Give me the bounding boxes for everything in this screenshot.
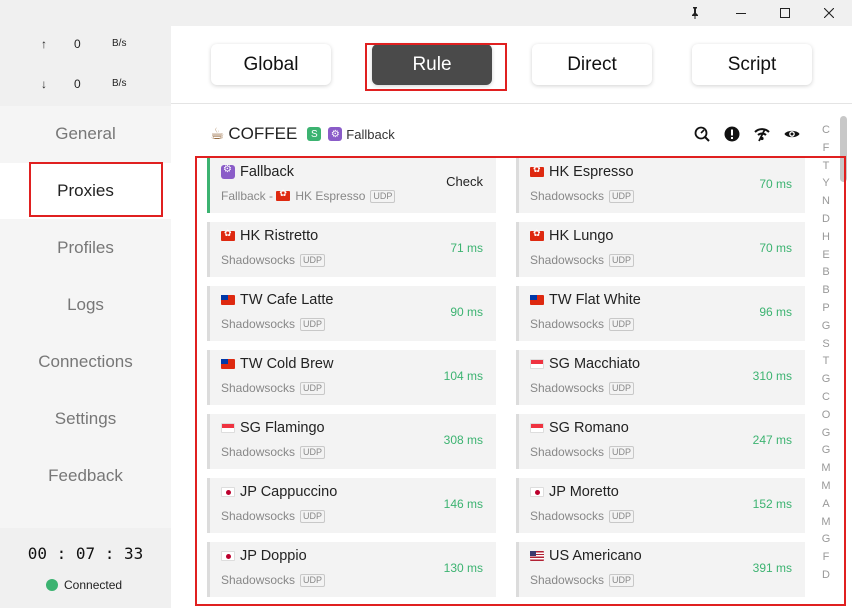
sidebar-item-profiles[interactable]: Profiles: [0, 220, 171, 276]
download-speed: ↓ 0 B/s: [0, 72, 171, 98]
title-bar: [0, 0, 852, 26]
alphabet-index-letter[interactable]: O: [821, 409, 831, 421]
alphabet-index-letter[interactable]: C: [821, 124, 831, 136]
mode-global-button[interactable]: Global: [211, 44, 331, 85]
alphabet-index-letter[interactable]: M: [821, 516, 831, 528]
sidebar-item-general[interactable]: General: [0, 106, 171, 162]
group-name: COFFEE: [228, 124, 298, 143]
upload-speed: ↑ 0 B/s: [0, 32, 171, 58]
alphabet-index-letter[interactable]: F: [821, 551, 831, 563]
alphabet-index-letter[interactable]: G: [821, 427, 831, 439]
sidebar: ↑ 0 B/s ↓ 0 B/s General Proxies Profiles…: [0, 26, 171, 608]
alphabet-index-letter[interactable]: D: [821, 213, 831, 225]
session-timer: 00 : 07 : 33: [27, 544, 144, 563]
info-icon[interactable]: [724, 126, 740, 142]
connection-status: Connected: [46, 578, 122, 592]
sidebar-item-settings[interactable]: Settings: [0, 391, 171, 447]
highlight-proxy-list: [195, 156, 846, 606]
upload-value: 0: [74, 37, 81, 51]
alphabet-index-letter[interactable]: F: [821, 142, 831, 154]
maximize-icon[interactable]: [762, 2, 808, 24]
speed-test-icon[interactable]: [694, 126, 710, 142]
alphabet-index-letter[interactable]: M: [821, 480, 831, 492]
alphabet-index-letter[interactable]: G: [821, 373, 831, 385]
pin-icon[interactable]: [672, 2, 718, 24]
alphabet-index-letter[interactable]: P: [821, 302, 831, 314]
alphabet-index-letter[interactable]: Y: [821, 177, 831, 189]
alphabet-index-letter[interactable]: E: [821, 249, 831, 261]
alphabet-index-letter[interactable]: S: [821, 338, 831, 350]
alphabet-index-letter[interactable]: B: [821, 284, 831, 296]
connection-label: Connected: [64, 578, 123, 592]
alphabet-index-letter[interactable]: D: [821, 569, 831, 581]
alphabet-index-letter[interactable]: T: [821, 355, 831, 367]
highlight-rule-mode: [365, 43, 507, 91]
alphabet-index-letter[interactable]: G: [821, 320, 831, 332]
coffee-icon: ☕: [210, 126, 225, 143]
alphabet-index-letter[interactable]: G: [821, 444, 831, 456]
wifi-icon[interactable]: [754, 126, 770, 142]
alphabet-index-letter[interactable]: C: [821, 391, 831, 403]
highlight-proxies: [29, 162, 163, 217]
alphabet-index-letter[interactable]: H: [821, 231, 831, 243]
alphabet-index-letter[interactable]: N: [821, 195, 831, 207]
alphabet-index-letter[interactable]: M: [821, 462, 831, 474]
download-value: 0: [74, 77, 81, 91]
mode-script-button[interactable]: Script: [692, 44, 812, 85]
sidebar-item-connections[interactable]: Connections: [0, 334, 171, 390]
group-type: Fallback: [346, 126, 395, 142]
group-badge: S: [307, 127, 322, 141]
upload-unit: B/s: [112, 38, 127, 49]
group-header[interactable]: ☕ COFFEE S ⚙ Fallback: [210, 122, 395, 146]
mode-bar: Global Rule Direct Script: [171, 26, 852, 104]
sidebar-item-feedback[interactable]: Feedback: [0, 448, 171, 504]
minimize-icon[interactable]: [718, 2, 764, 24]
close-icon[interactable]: [806, 2, 852, 24]
upload-arrow-icon: ↑: [41, 37, 47, 51]
alphabet-index-letter[interactable]: B: [821, 266, 831, 278]
mode-direct-button[interactable]: Direct: [532, 44, 652, 85]
download-arrow-icon: ↓: [41, 77, 47, 91]
alphabet-index-letter[interactable]: G: [821, 533, 831, 545]
alphabet-index-letter[interactable]: T: [821, 160, 831, 172]
status-dot-icon: [46, 579, 58, 591]
alphabet-index-letter[interactable]: A: [821, 498, 831, 510]
eye-icon[interactable]: [784, 126, 800, 142]
download-unit: B/s: [112, 78, 127, 89]
fallback-icon: ⚙: [328, 127, 343, 141]
sidebar-item-logs[interactable]: Logs: [0, 277, 171, 333]
